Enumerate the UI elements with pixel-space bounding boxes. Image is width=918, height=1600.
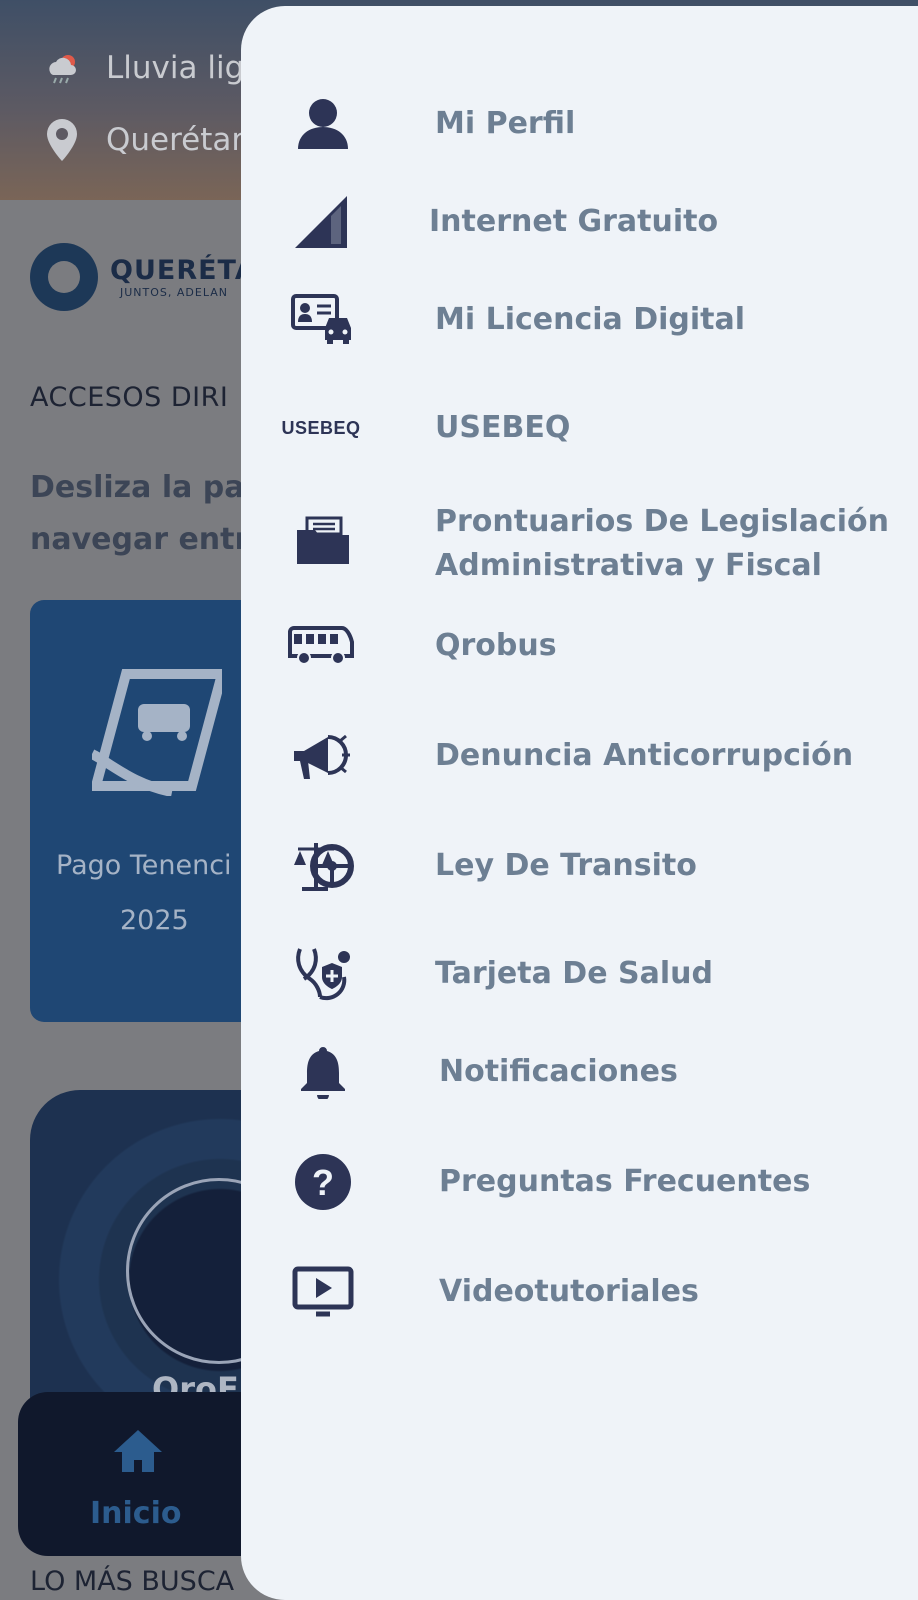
side-drawer: Mi Perfil Internet Gratuito Mi Licencia … (241, 6, 918, 1600)
menu-item-videotutoriales[interactable]: Videotutoriales (241, 1260, 918, 1324)
bell-icon (287, 1045, 359, 1099)
folder-icon (287, 516, 359, 566)
usebeq-icon: USEBEQ (281, 417, 361, 438)
menu-label-line1: Prontuarios De Legislación (435, 504, 890, 539)
swipe-hint: Desliza la par navegar entr (30, 462, 259, 566)
logo-mark (30, 243, 98, 311)
tenencia-year: 2025 (120, 905, 189, 936)
signal-icon (285, 194, 357, 250)
most-searched-title: LO MÁS BUSCA (30, 1566, 235, 1597)
menu-label-line2: Administrativa y Fiscal (435, 548, 822, 583)
menu-item-preguntas-frecuentes[interactable]: ? Preguntas Frecuentes (241, 1150, 918, 1214)
menu-item-tarjeta-de-salud[interactable]: Tarjeta De Salud (241, 942, 918, 1006)
location-text: Querétar (106, 122, 245, 158)
menu-item-mi-perfil[interactable]: Mi Perfil (241, 92, 918, 156)
megaphone-icon (287, 729, 359, 783)
menu-item-ley-de-transito[interactable]: Ley De Transito (241, 834, 918, 898)
scale-wheel-icon (287, 839, 359, 893)
stethoscope-shield-icon (287, 945, 359, 1003)
logo-tagline: JUNTOS, ADELAN (120, 286, 228, 299)
weather-condition: Lluvia lig (106, 50, 245, 86)
home-icon[interactable] (112, 1428, 164, 1478)
menu-label: Mi Perfil (435, 106, 576, 141)
queretaro-logo: QUERÉTA JUNTOS, ADELAN (30, 243, 257, 311)
hint-line2: navegar entr (30, 522, 250, 557)
video-icon (287, 1266, 359, 1318)
menu-label: Qrobus (435, 628, 557, 663)
menu-label: Mi Licencia Digital (435, 302, 746, 337)
menu-label: Internet Gratuito (429, 204, 719, 239)
menu-label: Notificaciones (439, 1054, 678, 1089)
menu-label: USEBEQ (435, 410, 571, 445)
location-pin-icon (44, 119, 80, 161)
menu-label: Denuncia Anticorrupción (435, 738, 854, 773)
logo-title: QUERÉTA (110, 255, 257, 286)
menu-label: Ley De Transito (435, 848, 697, 883)
tenencia-label: Pago Tenenci (56, 850, 232, 881)
tab-home-label[interactable]: Inicio (90, 1496, 181, 1531)
section-title: ACCESOS DIRI (30, 382, 229, 413)
menu-item-mi-licencia-digital[interactable]: Mi Licencia Digital (241, 288, 918, 352)
menu-item-notificaciones[interactable]: Notificaciones (241, 1040, 918, 1104)
rain-cloud-icon (44, 50, 80, 86)
bus-icon (285, 626, 357, 666)
vehicle-document-icon (92, 669, 222, 796)
menu-label: Videotutoriales (439, 1274, 699, 1309)
menu-item-usebeq[interactable]: USEBEQ USEBEQ (241, 396, 918, 460)
menu-label: Tarjeta De Salud (435, 956, 713, 991)
user-icon (287, 97, 359, 151)
menu-item-internet-gratuito[interactable]: Internet Gratuito (241, 190, 918, 254)
location-row: Querétar (44, 119, 245, 161)
hint-line1: Desliza la par (30, 470, 260, 505)
menu-label: Preguntas Frecuentes (439, 1164, 811, 1199)
menu-label-multiline: Prontuarios De Legislación Administrativ… (435, 500, 889, 588)
svg-text:?: ? (312, 1162, 334, 1203)
menu-item-denuncia-anticorrupcion[interactable]: Denuncia Anticorrupción (241, 724, 918, 788)
license-car-icon (287, 294, 359, 346)
menu-item-qrobus[interactable]: Qrobus (241, 614, 918, 678)
menu-item-prontuarios[interactable]: Prontuarios De Legislación Administrativ… (241, 498, 918, 594)
question-icon: ? (287, 1153, 359, 1211)
weather-row: Lluvia lig (44, 50, 244, 86)
